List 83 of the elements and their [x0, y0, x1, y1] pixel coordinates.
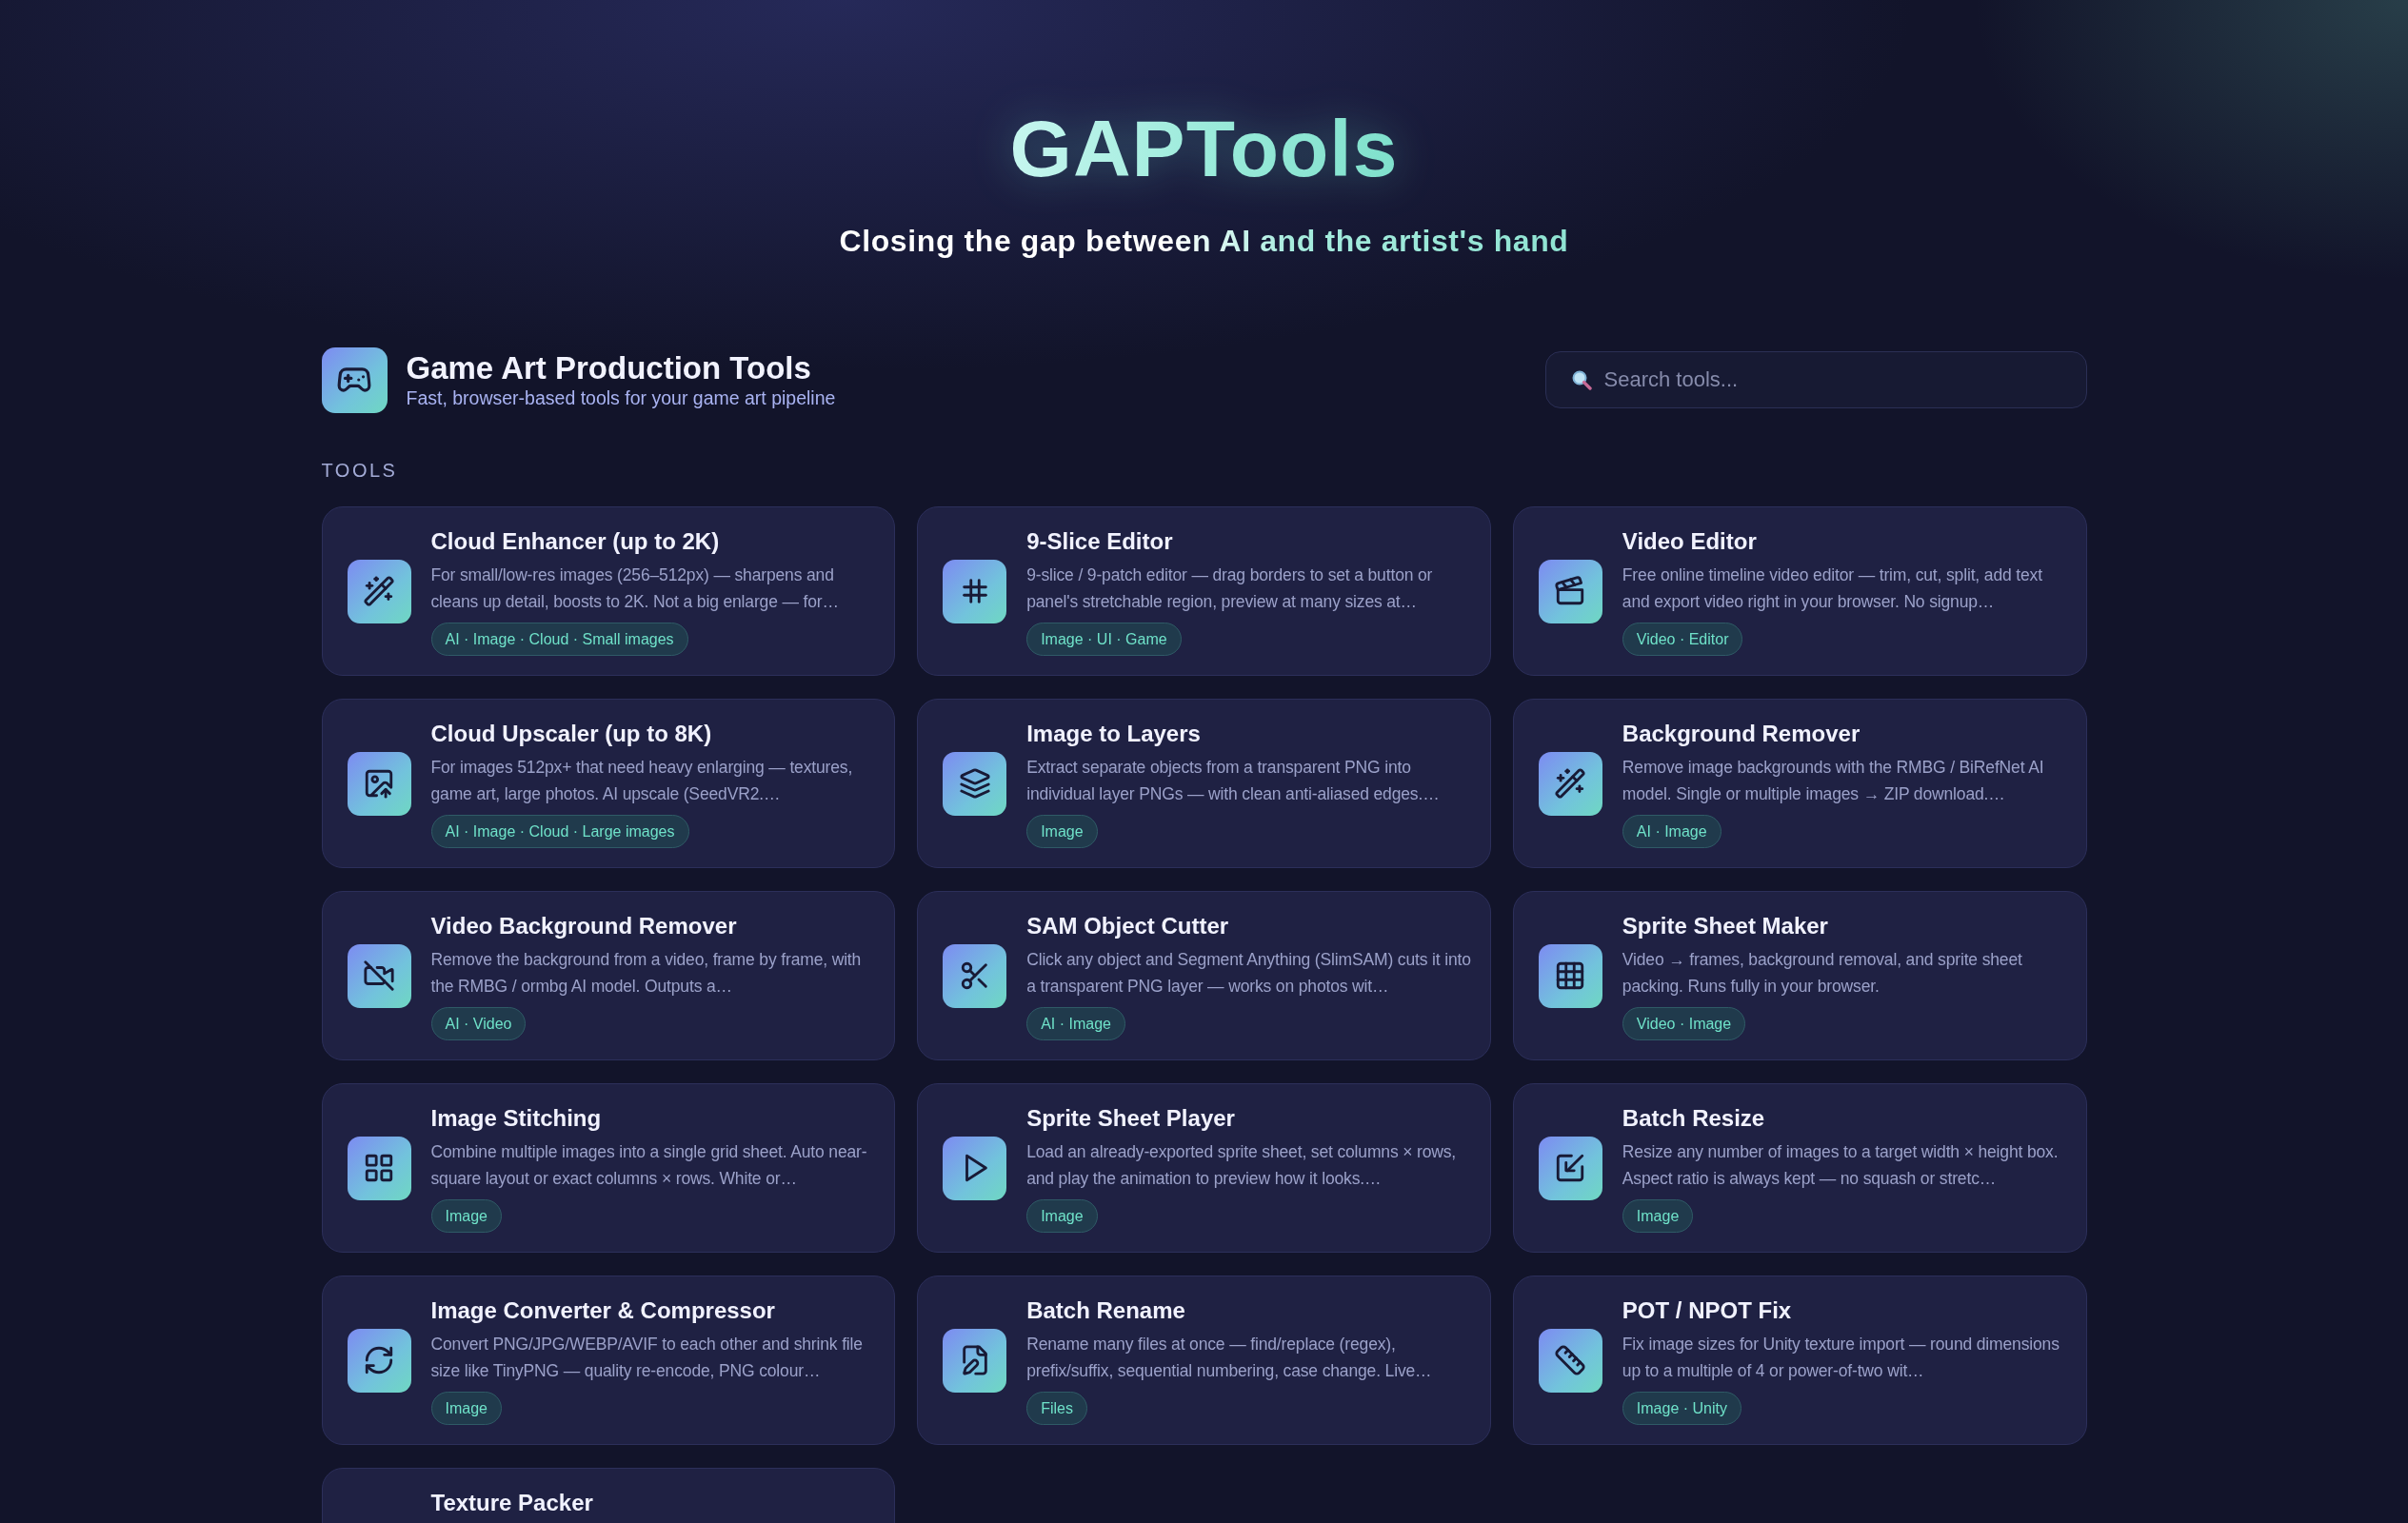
tool-description: Remove image backgrounds with the RMBG / BiRefNet AI model. Single or multiple images → ZIP download.… — [1622, 756, 2045, 805]
hash-icon — [943, 559, 1007, 623]
category-tag: AI · Video — [430, 1006, 527, 1040]
tool-description: Convert PNG/JPG/WEBP/AVIF to each other and shrink file size like TinyPNG — quality re-encode, PNG colour… — [430, 1333, 864, 1382]
search-icon — [1570, 369, 1592, 391]
tool-card[interactable]: Background Remover Remove image backgrounds with the RMBG / BiRefNet AI model. Single or multiple images → ZIP download.… AI · Image — [1512, 698, 2087, 868]
tool-card[interactable]: Image Converter & Compressor Convert PNG/JPG/WEBP/AVIF to each other and shrink file size like TinyPNG — quality re-encode, PNG colour… Image — [321, 1275, 896, 1445]
category-tag: AI · Image · Cloud · Large images — [430, 814, 689, 848]
category-tag: Video · Editor — [1622, 622, 1743, 656]
tool-card[interactable]: Image to Layers Extract separate objects from a transparent PNG into individual layer PNGs — with clean anti-aliased edges.… Image — [917, 698, 1491, 868]
magic-wand-icon — [1538, 751, 1602, 816]
tool-description: Fix image sizes for Unity texture import — round dimensions up to a multiple of 4 or power-of-two wit… — [1622, 1333, 2060, 1382]
tool-description: For images 512px+ that need heavy enlarging — textures, game art, large photos. AI upscale (SeedVR2.… — [430, 756, 854, 805]
page-subtitle: Fast, browser-based tools for your game art pipeline — [406, 386, 836, 410]
tool-card[interactable]: Batch Rename Rename many files at once — find/replace (regex), prefix/suffix, sequential numbering, case change. Live… Files — [917, 1275, 1491, 1445]
tool-card[interactable]: Texture Packer — [321, 1467, 896, 1523]
category-tag: Video · Image — [1622, 1006, 1746, 1040]
resize-icon — [1538, 1136, 1602, 1200]
category-tag: Image — [1026, 1198, 1098, 1233]
tool-description: 9-slice / 9-patch editor — drag borders to set a button or panel's stretchable region, preview at many sizes at… — [1026, 564, 1434, 613]
tool-card[interactable]: Batch Resize Resize any number of images to a target width × height box. Aspect ratio is always kept — no squash or stretc… Image — [1512, 1082, 2087, 1253]
category-tag: AI · Image — [1026, 1006, 1125, 1040]
tool-description: Click any object and Segment Anything (SlimSAM) cuts it into a transparent PNG layer — works on photos wit… — [1026, 948, 1472, 998]
category-tag: Image · Unity — [1622, 1391, 1741, 1425]
tool-description: Video → frames, background removal, and sprite sheet packing. Runs fully in your browser. — [1622, 948, 2023, 998]
tool-card[interactable]: Cloud Enhancer (up to 2K) For small/low-res images (256–512px) — sharpens and cleans up detail, boosts to 2K. Not a big enlarge — for… AI · Image · Cloud · Small images — [321, 505, 896, 676]
tool-title: Video Background Remover — [430, 911, 737, 940]
layers-icon — [943, 751, 1007, 816]
four-squares-icon — [347, 1136, 411, 1200]
tool-description: Combine multiple images into a single grid sheet. Auto near-square layout or exact columns × rows. White or… — [430, 1140, 868, 1190]
category-tag: AI · Image · Cloud · Small images — [430, 622, 688, 656]
tool-card[interactable]: Sprite Sheet Maker Video → frames, background removal, and sprite sheet packing. Runs fully in your browser. Video · Image — [1512, 890, 2087, 1060]
category-tag: Image · UI · Game — [1026, 622, 1182, 656]
tool-description: Remove the background from a video, frame by frame, with the RMBG / ormbg AI model. Outputs a… — [430, 948, 863, 998]
tool-title: Batch Rename — [1026, 1296, 1185, 1325]
magic-wand-icon — [347, 559, 411, 623]
tool-title: 9-Slice Editor — [1026, 526, 1173, 556]
tool-card[interactable]: Sprite Sheet Player Load an already-exported sprite sheet, set columns × rows, and play the animation to preview how it looks.… Image — [917, 1082, 1491, 1253]
tool-title: Image Stitching — [430, 1103, 602, 1133]
tool-title: Texture Packer — [430, 1488, 593, 1517]
search-field[interactable]: Search tools... — [1544, 351, 2087, 409]
tool-card[interactable]: POT / NPOT Fix Fix image sizes for Unity texture import — round dimensions up to a multiple of 4 or power-of-two wit… Image · Unity — [1512, 1275, 2087, 1445]
tool-title: Video Editor — [1622, 526, 1757, 556]
tool-title: Background Remover — [1622, 719, 1861, 748]
category-tag: Image — [430, 1198, 502, 1233]
gamepad-icon — [321, 346, 388, 413]
tool-title: SAM Object Cutter — [1026, 911, 1229, 940]
tool-card[interactable]: 9-Slice Editor 9-slice / 9-patch editor — drag borders to set a button or panel's stretchable region, preview at many sizes at… Image · UI · Game — [917, 505, 1491, 676]
refresh-icon — [347, 1328, 411, 1393]
tool-title: Cloud Upscaler (up to 8K) — [430, 719, 712, 748]
tool-description: Free online timeline video editor — trim, cut, split, add text and export video right in your browser. No signup… — [1622, 564, 2043, 613]
tool-description: Extract separate objects from a transparent PNG into individual layer PNGs — with clean anti-aliased edges.… — [1026, 756, 1441, 805]
tool-card[interactable]: Cloud Upscaler (up to 8K) For images 512px+ that need heavy enlarging — textures, game art, large photos. AI upscale (SeedVR2.… AI · Image · Cloud · Large images — [321, 698, 896, 868]
tool-description: For small/low-res images (256–512px) — sharpens and cleans up detail, boosts to 2K. Not a big enlarge — for… — [430, 564, 840, 613]
category-tag: Image — [1622, 1198, 1694, 1233]
tool-card[interactable]: SAM Object Cutter Click any object and Segment Anything (SlimSAM) cuts it into a transparent PNG layer — works on photos wit… AI · Image — [917, 890, 1491, 1060]
tool-title: Image to Layers — [1026, 719, 1201, 748]
tool-card[interactable]: Video Background Remover Remove the background from a video, frame by frame, with the RMBG / ormbg AI model. Outputs a… AI · Video — [321, 890, 896, 1060]
tool-description: Rename many files at once — find/replace (regex), prefix/suffix, sequential numbering, case change. Live… — [1026, 1333, 1433, 1382]
tool-title: POT / NPOT Fix — [1622, 1296, 1792, 1325]
file-edit-icon — [943, 1328, 1007, 1393]
image-upload-icon — [347, 751, 411, 816]
play-icon — [943, 1136, 1007, 1200]
video-off-icon — [347, 943, 411, 1008]
category-tag: Image — [430, 1391, 502, 1425]
clapperboard-icon — [1538, 559, 1602, 623]
category-tag: AI · Image — [1622, 814, 1721, 848]
tool-card[interactable]: Video Editor Free online timeline video editor — trim, cut, split, add text and export video right in your browser. No signup… Video · Editor — [1512, 505, 2087, 676]
tool-card[interactable]: Image Stitching Combine multiple images into a single grid sheet. Auto near-square layout or exact columns × rows. White or… Image — [321, 1082, 896, 1253]
tool-title: Batch Resize — [1622, 1103, 1765, 1133]
tool-title: Cloud Enhancer (up to 2K) — [430, 526, 720, 556]
category-tag: Image — [1026, 814, 1098, 848]
tool-description: Load an already-exported sprite sheet, set columns × rows, and play the animation to preview how it looks.… — [1026, 1140, 1458, 1190]
ruler-icon — [1538, 1328, 1602, 1393]
section-label: TOOLS — [321, 458, 399, 482]
page-title: Game Art Production Tools — [406, 350, 812, 387]
tool-title: Sprite Sheet Maker — [1622, 911, 1828, 940]
tool-description: Resize any number of images to a target width × height box. Aspect ratio is always kept — no squash or stretc… — [1622, 1140, 2060, 1190]
grid-icon — [1538, 943, 1602, 1008]
category-tag: Files — [1026, 1391, 1087, 1425]
tool-title: Sprite Sheet Player — [1026, 1103, 1235, 1133]
tool-title: Image Converter & Compressor — [430, 1296, 775, 1325]
scissors-icon — [943, 943, 1007, 1008]
